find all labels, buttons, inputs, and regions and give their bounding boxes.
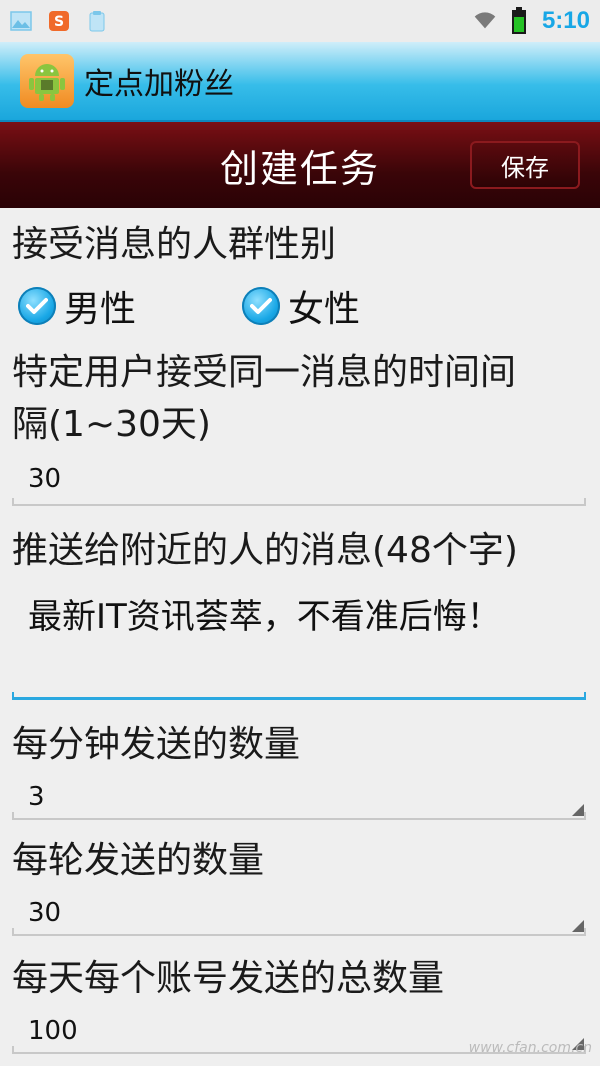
checkbox-label: 女性 <box>288 289 361 330</box>
page-title: 创建任务 <box>219 146 380 191</box>
per-round-label: 每轮发送的数量 <box>12 840 265 881</box>
system-icons: 5:10 <box>474 7 590 35</box>
checkmark-icon <box>242 287 280 325</box>
interval-input[interactable]: 30 <box>12 456 586 506</box>
clipboard-icon <box>86 10 108 32</box>
wifi-icon <box>474 10 496 32</box>
app-title: 定点加粉丝 <box>84 67 234 102</box>
app-bar: 定点加粉丝 <box>0 42 600 122</box>
dropdown-arrow-icon <box>572 920 584 932</box>
per-day-label: 每天每个账号发送的总数量 <box>12 958 445 999</box>
save-button[interactable]: 保存 <box>470 141 580 189</box>
watermark: www.cfan.com.cn <box>468 1040 592 1056</box>
interval-label-line2: 隔(1~30天) <box>12 404 211 445</box>
gallery-icon <box>10 10 32 32</box>
message-input[interactable]: 最新IT资讯荟萃，不看准后悔！ <box>12 592 586 700</box>
checkmark-icon <box>18 287 56 325</box>
page-header: 创建任务 保存 <box>0 122 600 208</box>
dropdown-arrow-icon <box>572 804 584 816</box>
status-bar: S 5:10 <box>0 0 600 42</box>
task-form: 接受消息的人群性别 男性 女性 特定用户接受同一消息的时间间 隔(1~30天) … <box>0 208 600 1066</box>
gender-label: 接受消息的人群性别 <box>12 224 337 265</box>
per-minute-label: 每分钟发送的数量 <box>12 724 301 765</box>
android-app-icon[interactable] <box>20 54 74 108</box>
svg-text:S: S <box>54 14 64 30</box>
per-round-spinner[interactable]: 30 <box>12 892 586 936</box>
interval-label-line1: 特定用户接受同一消息的时间间 <box>12 352 517 393</box>
message-label: 推送给附近的人的消息(48个字) <box>12 530 518 571</box>
checkbox-female[interactable]: 女性 <box>242 280 360 332</box>
clock: 5:10 <box>541 7 590 34</box>
sogou-input-icon: S <box>48 10 70 32</box>
battery-icon <box>508 7 530 34</box>
per-minute-spinner[interactable]: 3 <box>12 776 586 820</box>
checkbox-male[interactable]: 男性 <box>18 280 136 332</box>
checkbox-label: 男性 <box>64 289 137 330</box>
notification-icons: S <box>10 10 108 32</box>
